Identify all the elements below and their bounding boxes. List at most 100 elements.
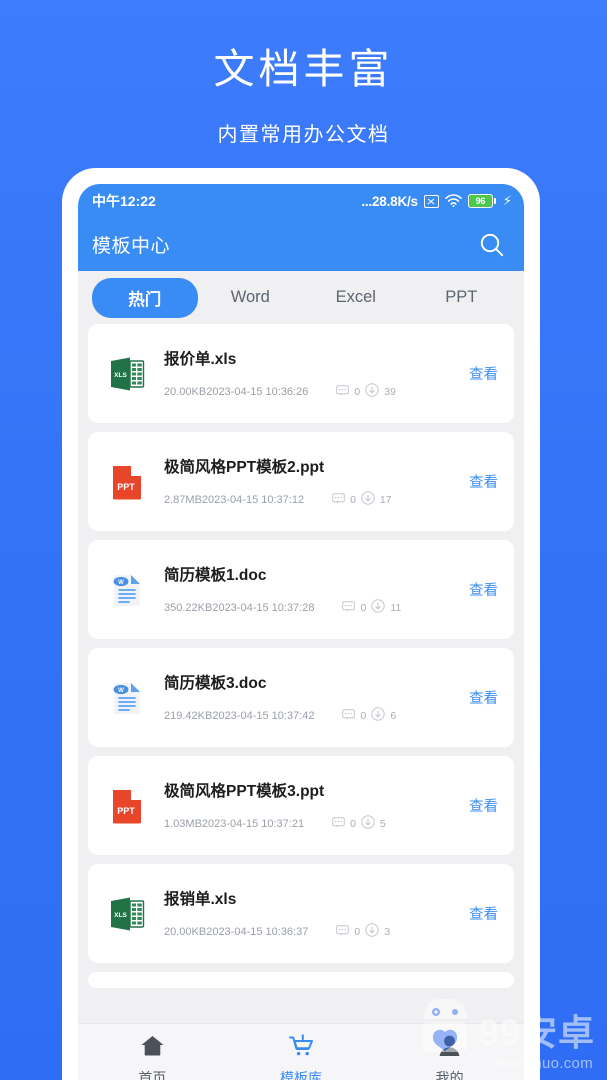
nav-label-mine: 我的 — [435, 1070, 464, 1080]
file-date: 2023-04-15 10:36:37 — [206, 925, 309, 938]
nav-label-home: 首页 — [138, 1070, 167, 1080]
phone-mockup-frame: 中午12:22 ...28.8K/s 96 ⚡ 模板中心 热门 Word Exc… — [62, 168, 540, 1080]
table-row[interactable]: PPT 极简风格PPT模板2.ppt 2.87MB 2023-04-15 10:… — [88, 432, 514, 531]
battery-icon: 96 — [467, 194, 496, 208]
svg-text:W: W — [118, 688, 124, 694]
file-name: 报销单.xls — [164, 891, 237, 908]
comment-count: 0 — [354, 925, 361, 938]
comment-icon — [336, 384, 350, 399]
file-name: 简历模板1.doc — [164, 567, 267, 584]
table-row[interactable]: XLS 报价单.xls 20.00KB 2023-04-15 10:36:26 … — [88, 324, 514, 423]
file-size: 20.00KB — [164, 925, 207, 938]
comment-count: 0 — [360, 709, 367, 722]
file-meta-row: 20.00KB 2023-04-15 10:36:26 0 39 — [164, 383, 459, 400]
file-date: 2023-04-15 10:37:28 — [212, 601, 315, 614]
charging-bolt-icon: ⚡ — [502, 193, 512, 208]
nav-item-templates[interactable]: 模板库 — [227, 1034, 376, 1080]
comment-icon — [342, 600, 356, 615]
file-stats: 0 3 — [336, 923, 390, 940]
file-meta-row: 1.03MB 2023-04-15 10:37:21 0 5 — [164, 815, 459, 832]
table-row[interactable]: XLS 报销单.xls 20.00KB 2023-04-15 10:36:37 … — [88, 864, 514, 963]
table-row[interactable]: W 简历模板1.doc 350.22KB 2023-04-15 10:37:28… — [88, 540, 514, 639]
file-stats: 0 6 — [342, 707, 396, 724]
person-icon — [438, 1034, 461, 1062]
ppt-file-icon: PPT — [100, 786, 154, 826]
table-row[interactable]: W 简历模板3.doc 219.42KB 2023-04-15 10:37:42… — [88, 648, 514, 747]
tab-word[interactable]: Word — [198, 280, 304, 315]
view-button[interactable]: 查看 — [469, 363, 498, 384]
promo-banner: 文档丰富 内置常用办公文档 — [0, 0, 607, 147]
category-tabs: 热门 Word Excel PPT — [78, 271, 524, 324]
file-name: 极简风格PPT模板3.ppt — [164, 783, 325, 800]
svg-text:XLS: XLS — [114, 372, 127, 379]
ppt-file-icon: PPT — [100, 462, 154, 502]
status-bar: 中午12:22 ...28.8K/s 96 ⚡ — [78, 184, 524, 218]
view-button[interactable]: 查看 — [469, 579, 498, 600]
download-icon — [365, 923, 379, 940]
comment-icon — [332, 816, 345, 831]
view-button[interactable]: 查看 — [469, 903, 498, 924]
svg-text:XLS: XLS — [114, 912, 127, 919]
file-stats: 0 39 — [336, 383, 396, 400]
tab-excel[interactable]: Excel — [303, 280, 409, 315]
file-name: 简历模板3.doc — [164, 675, 267, 692]
file-meta-row: 219.42KB 2023-04-15 10:37:42 0 6 — [164, 707, 459, 724]
download-count: 6 — [390, 709, 397, 722]
status-time: 中午12:22 — [92, 193, 156, 209]
table-row[interactable]: PPT 极简风格PPT模板3.ppt 1.03MB 2023-04-15 10:… — [88, 756, 514, 855]
file-info: 报销单.xls 20.00KB 2023-04-15 10:36:37 0 3 — [154, 887, 459, 940]
svg-text:PPT: PPT — [117, 806, 135, 816]
file-size: 20.00KB — [164, 385, 207, 398]
download-icon — [365, 383, 379, 400]
status-indicators: ...28.8K/s 96 ⚡ — [361, 193, 512, 209]
template-file-list[interactable]: XLS 报价单.xls 20.00KB 2023-04-15 10:36:26 … — [78, 324, 524, 992]
search-icon[interactable] — [477, 230, 507, 260]
home-icon — [140, 1034, 165, 1062]
doc-file-icon: W — [100, 570, 154, 610]
comment-count: 0 — [360, 601, 367, 614]
file-date: 2023-04-15 10:37:21 — [201, 817, 305, 830]
promo-subtitle: 内置常用办公文档 — [217, 124, 390, 147]
battery-level-label: 96 — [467, 194, 493, 208]
tab-ppt[interactable]: PPT — [409, 280, 515, 315]
page-title: 模板中心 — [92, 236, 171, 257]
wifi-icon — [445, 193, 462, 209]
file-name: 报价单.xls — [164, 351, 237, 368]
file-info: 简历模板3.doc 219.42KB 2023-04-15 10:37:42 0… — [154, 671, 459, 724]
svg-text:W: W — [118, 580, 124, 586]
file-size: 1.03MB — [164, 817, 202, 830]
file-size: 350.22KB — [164, 601, 213, 614]
file-info: 简历模板1.doc 350.22KB 2023-04-15 10:37:28 0… — [154, 563, 459, 616]
file-stats: 0 17 — [332, 491, 392, 508]
tab-hot[interactable]: 热门 — [92, 277, 198, 318]
promo-title: 文档丰富 — [213, 46, 394, 92]
table-row-partial[interactable] — [88, 972, 514, 988]
file-info: 极简风格PPT模板3.ppt 1.03MB 2023-04-15 10:37:2… — [154, 779, 459, 832]
comment-icon — [336, 924, 350, 939]
file-date: 2023-04-15 10:37:12 — [201, 493, 305, 506]
download-icon — [371, 707, 386, 724]
file-name: 极简风格PPT模板2.ppt — [164, 459, 325, 476]
comment-icon — [332, 492, 345, 507]
view-button[interactable]: 查看 — [469, 687, 498, 708]
comment-count: 0 — [350, 817, 356, 830]
network-speed-label: ...28.8K/s — [361, 193, 418, 209]
view-button[interactable]: 查看 — [469, 471, 498, 492]
xls-file-icon: XLS — [100, 354, 154, 394]
app-header: 模板中心 — [78, 218, 524, 271]
nav-item-mine[interactable]: 我的 — [375, 1034, 524, 1080]
nav-item-home[interactable]: 首页 — [78, 1034, 227, 1080]
download-count: 17 — [379, 493, 392, 506]
file-stats: 0 5 — [332, 815, 386, 832]
download-count: 5 — [379, 817, 386, 830]
file-meta-row: 20.00KB 2023-04-15 10:36:37 0 3 — [164, 923, 459, 940]
signal-x-icon — [423, 194, 439, 208]
battery-tip — [493, 198, 496, 204]
download-icon — [361, 491, 375, 508]
view-button[interactable]: 查看 — [469, 795, 498, 816]
file-info: 报价单.xls 20.00KB 2023-04-15 10:36:26 0 39 — [154, 347, 459, 400]
file-info: 极简风格PPT模板2.ppt 2.87MB 2023-04-15 10:37:1… — [154, 455, 459, 508]
download-count: 3 — [384, 925, 391, 938]
file-date: 2023-04-15 10:37:42 — [212, 709, 315, 722]
file-meta-row: 2.87MB 2023-04-15 10:37:12 0 17 — [164, 491, 459, 508]
